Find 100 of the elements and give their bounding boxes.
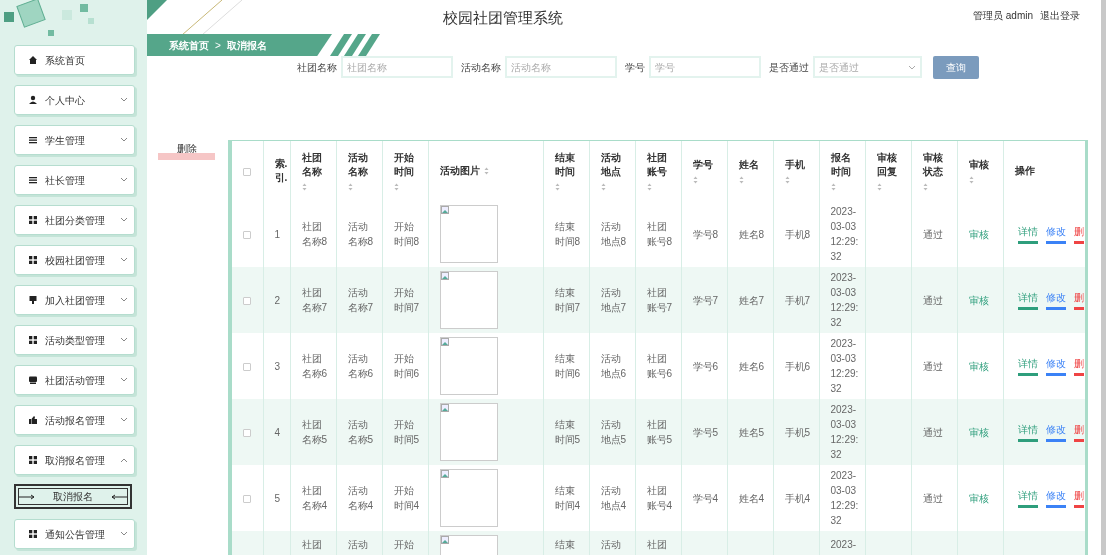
sort-icon[interactable] xyxy=(301,183,307,191)
column-header[interactable]: 结束时间 xyxy=(554,151,577,179)
table-row[interactable]: 社团 活动 开始 结束 活动 社团 2023- xyxy=(232,531,1085,555)
review-link[interactable]: 审核 xyxy=(968,492,989,504)
delete-button[interactable]: 删除 xyxy=(158,145,215,165)
column-header[interactable]: 手机 xyxy=(784,158,807,172)
row-index: 4 xyxy=(274,426,281,438)
column-header[interactable]: 活动名称 xyxy=(347,151,370,179)
action-link[interactable]: 删 xyxy=(1073,356,1084,376)
sidebar-item[interactable]: 通知公告管理 xyxy=(14,519,135,549)
action-link[interactable]: 删 xyxy=(1073,422,1084,442)
action-link[interactable]: 详情 xyxy=(1017,488,1038,508)
sort-icon[interactable] xyxy=(554,183,560,191)
sort-icon[interactable] xyxy=(738,176,744,184)
checkbox[interactable] xyxy=(243,428,252,437)
app-title: 校园社团管理系统 xyxy=(443,8,563,28)
sidebar-item[interactable]: 活动类型管理 xyxy=(14,325,135,355)
thumb-icon xyxy=(28,415,38,425)
column-header[interactable]: 审核回复 xyxy=(876,151,899,179)
action-link[interactable]: 删 xyxy=(1073,290,1084,310)
checkbox[interactable] xyxy=(243,494,252,503)
action-link[interactable]: 详情 xyxy=(1017,224,1038,244)
action-link[interactable]: 详情 xyxy=(1017,356,1038,376)
checkbox[interactable] xyxy=(243,362,252,371)
action-link[interactable]: 修改 xyxy=(1045,224,1066,244)
table-cell-text: 姓名5 xyxy=(738,425,766,440)
sort-icon[interactable] xyxy=(968,176,974,184)
sidebar-item[interactable]: 学生管理 xyxy=(14,125,135,155)
action-link[interactable]: 修改 xyxy=(1045,290,1066,310)
table-row[interactable]: 3 社团名称6 活动名称6 开始时间6 结束时间6 活动地点6 社团账号6 学号6 姓名6 手机6 2023-03-03 12:29:32 通过 审核 详情 修改 删 xyxy=(232,333,1085,399)
sort-icon[interactable] xyxy=(784,176,790,184)
sidebar-item[interactable]: 加入社团管理 xyxy=(14,285,135,315)
input-field[interactable]: 活动名称 xyxy=(505,56,617,78)
review-link[interactable]: 审核 xyxy=(968,360,989,372)
submenu-item[interactable]: 取消报名 xyxy=(14,484,132,509)
table-cell-text: 通过 xyxy=(922,359,944,374)
input-field[interactable]: 社团名称 xyxy=(341,56,453,78)
sidebar-item[interactable]: 社团活动管理 xyxy=(14,365,135,395)
column-header[interactable]: 活动地点 xyxy=(600,151,623,179)
scrollbar[interactable] xyxy=(1101,0,1106,555)
review-link[interactable]: 审核 xyxy=(968,228,989,240)
column-header[interactable]: 社团账号 xyxy=(646,151,669,179)
table-cell-text: 社团账号6 xyxy=(646,352,674,381)
table-cell-text: 结束 xyxy=(554,538,576,552)
broken-image-icon xyxy=(440,272,449,280)
sidebar-item[interactable]: 个人中心 xyxy=(14,85,135,115)
table-cell-text: 姓名8 xyxy=(738,227,766,242)
column-header[interactable]: 索.引. xyxy=(274,157,290,185)
action-link[interactable]: 删 xyxy=(1073,224,1084,244)
table-cell-text: 学号8 xyxy=(692,227,720,242)
sort-icon[interactable] xyxy=(876,183,882,191)
arrow-icon xyxy=(110,493,128,500)
checkbox[interactable] xyxy=(243,230,252,239)
table-cell-text: 社团账号5 xyxy=(646,418,674,447)
input-field[interactable]: 学号 xyxy=(649,56,761,78)
table-cell-text: 2023-03-03 12:29:32 xyxy=(830,271,860,330)
column-header[interactable]: 审核 xyxy=(968,158,991,172)
column-header[interactable]: 审核状态 xyxy=(922,151,945,179)
table-row[interactable]: 4 社团名称5 活动名称5 开始时间5 结束时间5 活动地点5 社团账号5 学号5 姓名5 手机5 2023-03-03 12:29:32 通过 审核 详情 修改 删 xyxy=(232,399,1085,465)
sort-icon[interactable] xyxy=(483,167,489,175)
sort-icon[interactable] xyxy=(600,183,606,191)
table-row[interactable]: 2 社团名称7 活动名称7 开始时间7 结束时间7 活动地点7 社团账号7 学号7 姓名7 手机7 2023-03-03 12:29:32 通过 审核 详情 修改 删 xyxy=(232,267,1085,333)
sidebar-item[interactable]: 系统首页 xyxy=(14,45,135,75)
action-link[interactable]: 修改 xyxy=(1045,488,1066,508)
sidebar-item[interactable]: 社团分类管理 xyxy=(14,205,135,235)
table-row[interactable]: 1 社团名称8 活动名称8 开始时间8 结束时间8 活动地点8 社团账号8 学号8 姓名8 手机8 2023-03-03 12:29:32 通过 审核 详情 修改 删 xyxy=(232,201,1085,267)
action-link[interactable]: 删 xyxy=(1073,488,1084,508)
sort-icon[interactable] xyxy=(347,183,353,191)
table-cell-text: 结束时间5 xyxy=(554,418,582,447)
field-label: 是否通过 xyxy=(769,60,809,75)
column-header[interactable]: 学号 xyxy=(692,158,715,172)
checkbox[interactable] xyxy=(243,296,252,305)
sort-icon[interactable] xyxy=(830,183,836,191)
sidebar-item[interactable]: 活动报名管理 xyxy=(14,405,135,435)
table-cell-text: 结束时间4 xyxy=(554,484,582,513)
column-header[interactable]: 社团名称 xyxy=(301,151,324,179)
column-header[interactable]: 活动图片 xyxy=(439,164,480,178)
field-label: 社团名称 xyxy=(297,60,337,75)
checkbox[interactable] xyxy=(243,167,252,176)
broken-image-icon xyxy=(440,338,449,346)
table-row[interactable]: 5 社团名称4 活动名称4 开始时间4 结束时间4 活动地点4 社团账号4 学号4 姓名4 手机4 2023-03-03 12:29:32 通过 审核 详情 修改 删 xyxy=(232,465,1085,531)
sort-icon[interactable] xyxy=(393,183,399,191)
user-icon xyxy=(28,95,38,105)
logout-link[interactable]: 退出登录 xyxy=(1040,8,1080,23)
column-header[interactable]: 操作 xyxy=(1014,164,1085,178)
column-header[interactable]: 姓名 xyxy=(738,158,761,172)
sidebar-item[interactable]: 校园社团管理 xyxy=(14,245,135,275)
sidebar-item[interactable]: 取消报名管理 xyxy=(14,445,135,475)
table-cell-text: 活动地点4 xyxy=(600,484,628,513)
action-link[interactable]: 修改 xyxy=(1045,422,1066,442)
sidebar-item[interactable]: 社长管理 xyxy=(14,165,135,195)
action-link[interactable]: 修改 xyxy=(1045,356,1066,376)
column-header[interactable]: 报名时间 xyxy=(830,151,853,179)
table-cell-text: 通过 xyxy=(922,293,944,308)
sort-icon[interactable] xyxy=(692,176,698,184)
table-cell-text: 社团 xyxy=(646,538,668,552)
sort-icon[interactable] xyxy=(922,183,928,191)
sort-icon[interactable] xyxy=(646,183,652,191)
broken-image-icon xyxy=(440,536,449,544)
column-header[interactable]: 开始时间 xyxy=(393,151,416,179)
